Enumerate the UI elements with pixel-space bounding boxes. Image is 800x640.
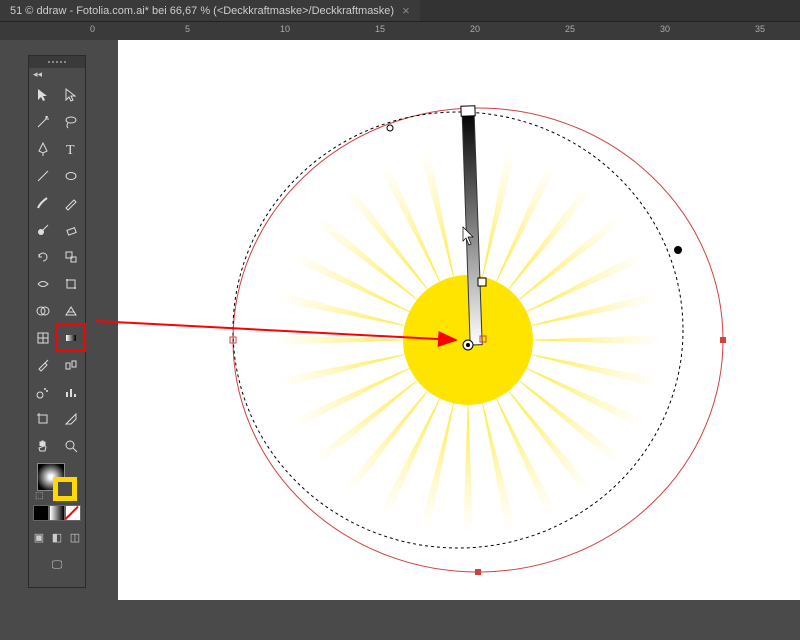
ruler-tick: 5 [185,24,190,34]
scale-tool[interactable] [57,243,85,270]
ruler-tick: 20 [470,24,480,34]
color-mode-none[interactable] [65,505,81,521]
blend-tool[interactable] [57,351,85,378]
ruler-tick: 10 [280,24,290,34]
color-mode-row [29,505,85,521]
magic-wand-tool[interactable] [29,108,57,135]
handle-bottom[interactable] [475,569,481,575]
symbol-sprayer-tool[interactable] [29,378,57,405]
zoom-tool[interactable] [57,432,85,459]
screen-mode-row: ▣ ◧ ◫ [27,525,87,549]
canvas-area[interactable] [18,40,800,600]
anchor-point-2[interactable] [387,125,393,131]
screen-mode-icon[interactable]: 🖵 [49,557,65,573]
color-mode-gradient[interactable] [49,505,65,521]
swap-fill-stroke-icon[interactable]: ⬚ [35,490,44,501]
svg-text:T: T [66,143,75,157]
selection-tool[interactable] [29,81,57,108]
ruler-tick: 35 [755,24,765,34]
stroke-swatch[interactable] [53,477,77,501]
ruler-tick: 0 [90,24,95,34]
document-tab[interactable]: 51 © ddraw - Fotolia.com.ai* bei 66,67 %… [0,0,420,21]
perspective-grid-tool[interactable] [57,297,85,324]
shape-builder-tool[interactable] [29,297,57,324]
handle-right[interactable] [720,337,726,343]
draw-mode-normal-icon[interactable]: ▣ [31,529,47,545]
paintbrush-tool[interactable] [29,189,57,216]
line-segment-tool[interactable] [29,162,57,189]
blob-brush-tool[interactable] [29,216,57,243]
ruler-horizontal: 0 5 10 15 20 25 30 35 [0,22,800,40]
tool-grid: T [29,81,85,459]
document-tab-bar: 51 © ddraw - Fotolia.com.ai* bei 66,67 %… [0,0,800,22]
fill-stroke-swatch[interactable]: ⬚ [35,463,79,501]
tools-panel: ◂◂ T ⬚ ▣ ◧ ◫ 🖵 [28,55,86,588]
collapse-panel-button[interactable]: ◂◂ [29,68,85,81]
artboard-tool[interactable] [29,405,57,432]
tools-panel-grip[interactable] [29,56,85,68]
ruler-tick: 15 [375,24,385,34]
fill-stroke-area: ⬚ ▣ ◧ ◫ 🖵 [29,459,85,581]
type-tool[interactable]: T [57,135,85,162]
anchor-point-1[interactable] [674,246,682,254]
direct-selection-tool[interactable] [57,81,85,108]
eraser-tool[interactable] [57,216,85,243]
free-transform-tool[interactable] [57,270,85,297]
lasso-tool[interactable] [57,108,85,135]
draw-mode-behind-icon[interactable]: ◧ [49,529,65,545]
pen-tool[interactable] [29,135,57,162]
hand-tool[interactable] [29,432,57,459]
rotate-tool[interactable] [29,243,57,270]
document-tab-title: 51 © ddraw - Fotolia.com.ai* bei 66,67 %… [10,5,394,17]
mesh-tool[interactable] [29,324,57,351]
close-tab-icon[interactable]: × [402,3,410,18]
gradient-end-handle[interactable] [461,106,475,116]
ruler-tick: 25 [565,24,575,34]
column-graph-tool[interactable] [57,378,85,405]
eyedropper-tool[interactable] [29,351,57,378]
gradient-mid-handle[interactable] [478,278,486,286]
gradient-start-dot [466,343,470,347]
ruler-tick: 30 [660,24,670,34]
gradient-tool[interactable] [57,324,85,351]
width-tool[interactable] [29,270,57,297]
draw-mode-inside-icon[interactable]: ◫ [67,529,83,545]
color-mode-solid[interactable] [33,505,49,521]
pencil-tool[interactable] [57,189,85,216]
artwork-svg [118,40,798,600]
ellipse-tool[interactable] [57,162,85,189]
screen-mode-button-row: 🖵 [45,553,69,577]
slice-tool[interactable] [57,405,85,432]
